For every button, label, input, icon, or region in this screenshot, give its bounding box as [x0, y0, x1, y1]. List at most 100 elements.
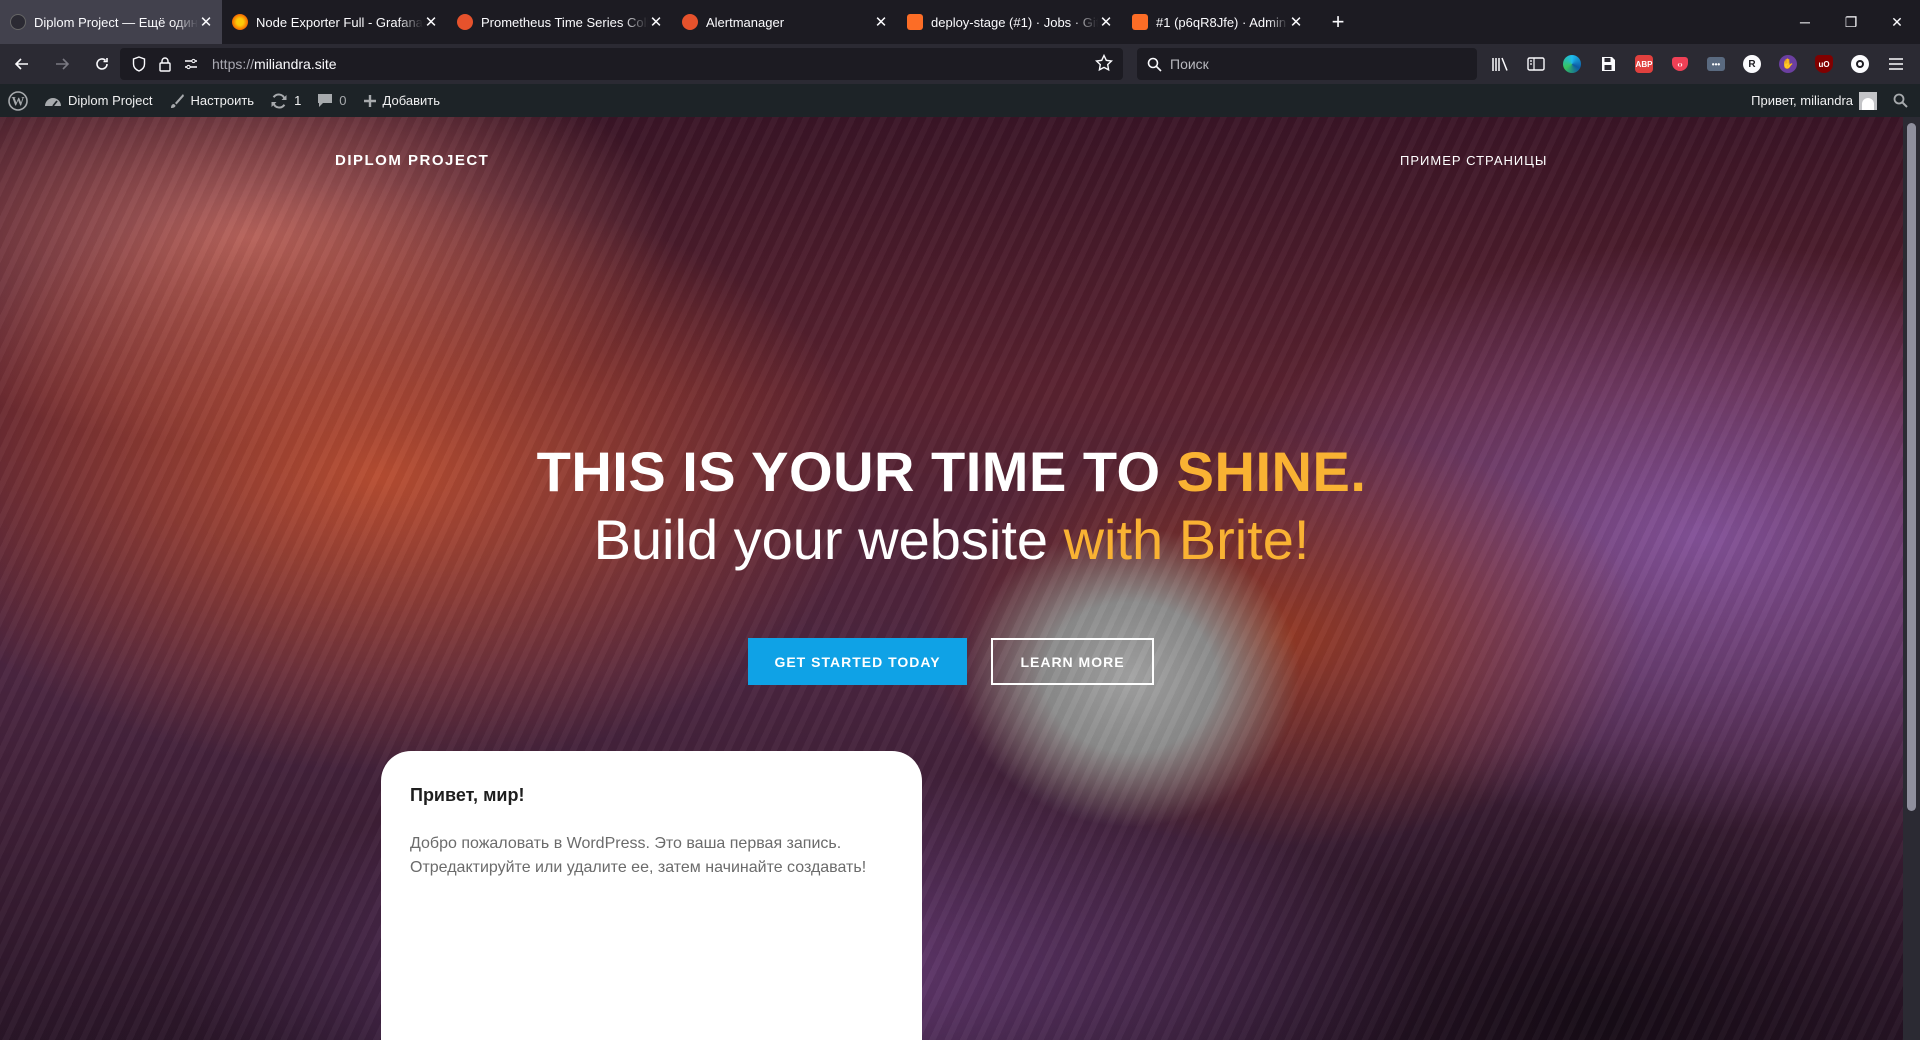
- gitlab-favicon-icon: [907, 14, 923, 30]
- prometheus-favicon-icon: [457, 14, 473, 30]
- tab-strip: Diplom Project — Ещё один сайт на WordPr…: [0, 0, 1920, 44]
- tab-diplom-project[interactable]: Diplom Project — Ещё один сайт на WordPr…: [0, 0, 222, 44]
- nav-item-sample-page[interactable]: ПРИМЕР СТРАНИЦЫ: [1400, 153, 1547, 168]
- r-icon[interactable]: R: [1734, 48, 1770, 80]
- admin-bar-right: Привет, miliandra: [1743, 84, 1920, 117]
- close-icon[interactable]: ✕: [1288, 13, 1304, 31]
- customize-link[interactable]: Настроить: [161, 84, 263, 117]
- customize-label: Настроить: [190, 93, 255, 108]
- close-icon[interactable]: ✕: [648, 13, 664, 31]
- library-icon[interactable]: [1482, 48, 1518, 80]
- gitlab-favicon-icon: [1132, 14, 1148, 30]
- ublock-icon[interactable]: uO: [1806, 48, 1842, 80]
- svg-text:W: W: [12, 93, 25, 108]
- close-icon[interactable]: ✕: [423, 13, 439, 31]
- pocket-icon[interactable]: ‹›: [1662, 48, 1698, 80]
- post-excerpt: Добро пожаловать в WordPress. Это ваша п…: [410, 835, 867, 876]
- comment-icon: [317, 93, 333, 108]
- shield-icon[interactable]: [126, 56, 152, 72]
- tab-prometheus[interactable]: Prometheus Time Series Collection and Pr…: [447, 0, 672, 44]
- tab-title: deploy-stage (#1) · Jobs · GitLab: [931, 14, 1098, 30]
- arrow-right-icon: [56, 58, 70, 70]
- wp-logo-menu[interactable]: W: [0, 84, 36, 117]
- greeting-label: Привет, miliandra: [1751, 93, 1853, 108]
- updates-count: 1: [294, 93, 302, 108]
- save-icon[interactable]: [1590, 48, 1626, 80]
- arrow-left-icon: [14, 58, 28, 70]
- url-text[interactable]: https://miliandra.site: [212, 56, 337, 72]
- close-window-button[interactable]: ✕: [1874, 0, 1920, 44]
- post-title[interactable]: Привет, мир!: [410, 785, 893, 806]
- dots-icon[interactable]: •••: [1698, 48, 1734, 80]
- dashboard-icon: [44, 94, 62, 108]
- back-button[interactable]: [4, 48, 40, 80]
- close-icon[interactable]: ✕: [873, 13, 889, 31]
- wordpress-logo-icon: W: [8, 90, 28, 111]
- hero-headline-main: THIS IS YOUR TIME TO: [536, 440, 1177, 503]
- learn-more-button[interactable]: LEARN MORE: [991, 638, 1154, 685]
- wordpress-favicon-icon: [10, 14, 26, 30]
- wp-admin-bar: W Diplom Project Настроить 1 0 Добавить …: [0, 84, 1920, 117]
- site-title[interactable]: DIPLOM PROJECT: [335, 152, 489, 169]
- hero-headline: THIS IS YOUR TIME TO SHINE.: [0, 439, 1903, 504]
- add-new-label: Добавить: [382, 93, 440, 108]
- site-name-menu[interactable]: Diplom Project: [36, 84, 161, 117]
- restore-button[interactable]: ❐: [1828, 0, 1874, 44]
- search-icon: [1147, 57, 1162, 72]
- edge-icon[interactable]: [1554, 48, 1590, 80]
- site-name-label: Diplom Project: [68, 93, 153, 108]
- tab-gitlab-job[interactable]: deploy-stage (#1) · Jobs · GitLab ✕: [897, 0, 1122, 44]
- grafana-favicon-icon: [232, 14, 248, 30]
- hero-headline-accent: SHINE.: [1176, 440, 1367, 503]
- hero-subheadline-main: Build your website: [593, 508, 1064, 571]
- hero-subheadline: Build your website with Brite!: [0, 507, 1903, 572]
- add-new-menu[interactable]: Добавить: [355, 84, 448, 117]
- post-card: Привет, мир! Добро пожаловать в WordPres…: [381, 751, 922, 1040]
- navigation-bar: https://miliandra.site Поиск ABP ‹› ••• …: [0, 44, 1920, 84]
- page-scrollbar[interactable]: [1903, 117, 1920, 1040]
- account-icon[interactable]: [1842, 48, 1878, 80]
- hand-icon[interactable]: ✋: [1770, 48, 1806, 80]
- new-tab-button[interactable]: +: [1320, 4, 1356, 40]
- menu-icon[interactable]: [1878, 48, 1914, 80]
- close-icon[interactable]: ✕: [1098, 13, 1114, 31]
- forward-button[interactable]: [44, 48, 80, 80]
- search-input[interactable]: Поиск: [1137, 48, 1477, 80]
- updates-icon: [270, 92, 288, 109]
- scrollbar-thumb[interactable]: [1907, 123, 1916, 811]
- reader-icon[interactable]: [1518, 48, 1554, 80]
- permissions-icon[interactable]: [178, 58, 204, 70]
- tab-grafana[interactable]: Node Exporter Full - Grafana ✕: [222, 0, 447, 44]
- tab-title: #1 (p6qR8Jfe) · Admin Area · GitLab: [1156, 14, 1288, 30]
- admin-search-button[interactable]: [1885, 84, 1920, 117]
- bookmark-star-icon[interactable]: [1094, 53, 1114, 77]
- reload-button[interactable]: [84, 48, 120, 80]
- page-viewport: DIPLOM PROJECT ПРИМЕР СТРАНИЦЫ THIS IS Y…: [0, 117, 1903, 1040]
- tab-alertmanager[interactable]: Alertmanager ✕: [672, 0, 897, 44]
- comments-link[interactable]: 0: [309, 84, 354, 117]
- window-controls: ─ ❐ ✕: [1782, 0, 1920, 44]
- prometheus-favicon-icon: [682, 14, 698, 30]
- toolbar-icons: ABP ‹› ••• R ✋ uO: [1482, 48, 1914, 80]
- updates-link[interactable]: 1: [262, 84, 309, 117]
- hero-subheadline-accent: with Brite!: [1063, 508, 1310, 571]
- get-started-button[interactable]: GET STARTED TODAY: [748, 638, 967, 685]
- tab-title: Alertmanager: [706, 14, 785, 30]
- minimize-button[interactable]: ─: [1782, 0, 1828, 44]
- tab-title: Prometheus Time Series Collection and Pr…: [481, 14, 648, 30]
- account-menu[interactable]: Привет, miliandra: [1743, 84, 1885, 117]
- comments-count: 0: [339, 93, 347, 108]
- tab-title: Diplom Project — Ещё один сайт на WordPr…: [34, 14, 198, 30]
- abp-icon[interactable]: ABP: [1626, 48, 1662, 80]
- plus-icon: [363, 94, 377, 108]
- search-placeholder: Поиск: [1170, 56, 1209, 72]
- search-icon: [1893, 93, 1908, 108]
- lock-icon[interactable]: [152, 56, 178, 72]
- close-icon[interactable]: ✕: [198, 13, 214, 31]
- reload-icon: [96, 58, 108, 70]
- brush-icon: [169, 93, 185, 109]
- tab-title: Node Exporter Full - Grafana: [256, 14, 423, 30]
- avatar: [1859, 91, 1877, 110]
- url-bar[interactable]: https://miliandra.site: [120, 48, 1123, 80]
- tab-gitlab-admin[interactable]: #1 (p6qR8Jfe) · Admin Area · GitLab ✕: [1122, 0, 1312, 44]
